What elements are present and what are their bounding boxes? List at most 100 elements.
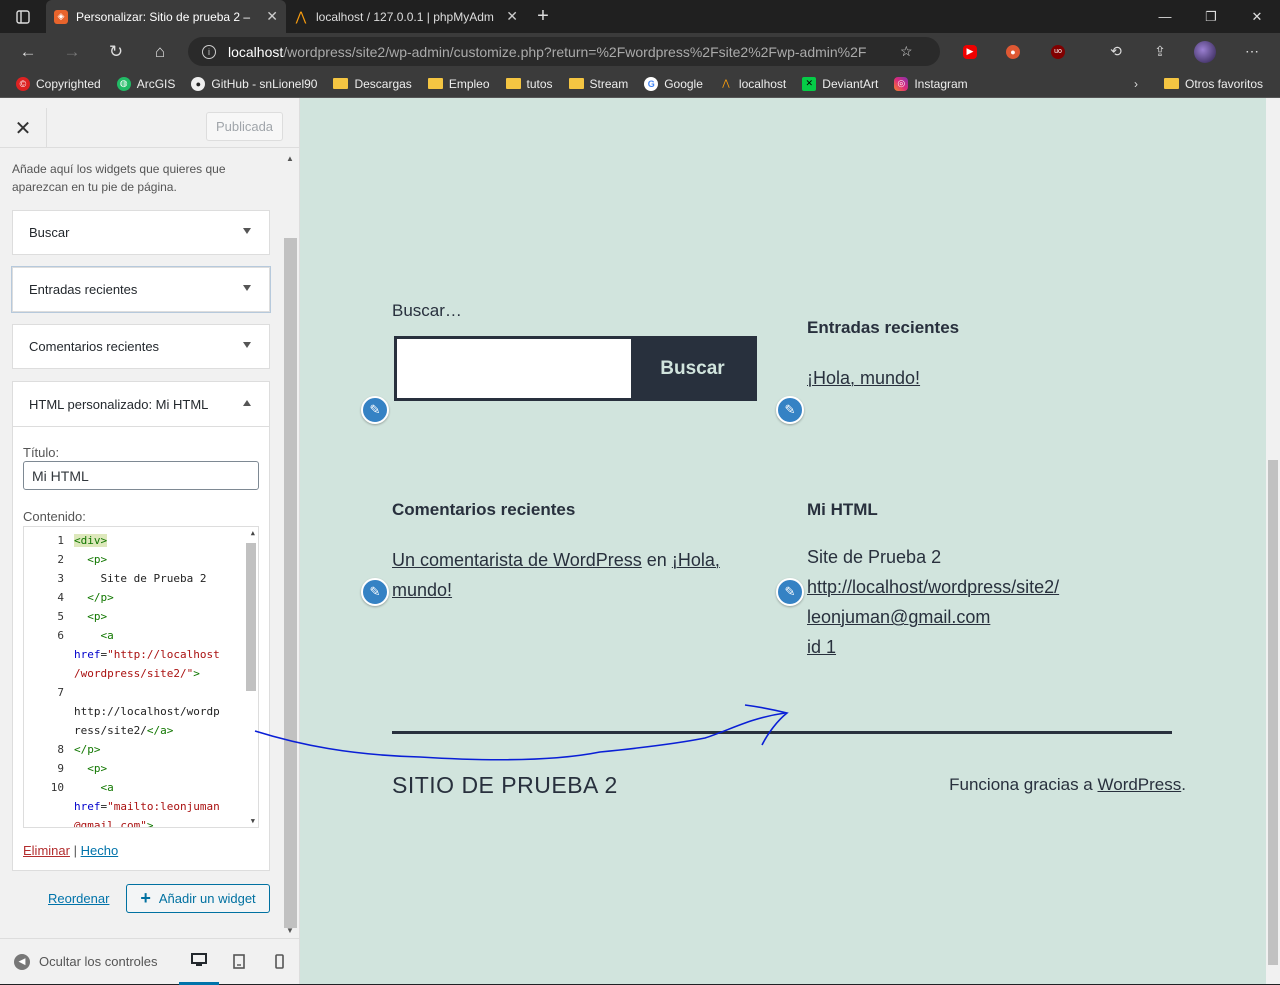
globe-icon: ◍ <box>116 76 131 91</box>
bookmark-deviantart[interactable]: ✕ DeviantArt <box>794 76 886 91</box>
minimize-icon[interactable]: — <box>1142 0 1188 33</box>
widget-html-header[interactable]: HTML personalizado: Mi HTML <box>13 382 269 427</box>
scroll-down-arrow-icon[interactable]: ▼ <box>286 926 294 935</box>
title-input[interactable]: Mi HTML <box>23 461 259 490</box>
more-menu-icon[interactable]: ⋯ <box>1237 33 1267 70</box>
duckduckgo-extension-icon[interactable]: ● <box>998 33 1028 70</box>
bookmark-arcgis[interactable]: ◍ ArcGIS <box>109 76 184 91</box>
info-icon[interactable]: i <box>202 44 216 59</box>
comment-post-link[interactable]: ¡Hola, <box>672 550 720 570</box>
new-tab-button[interactable]: + <box>526 0 560 33</box>
footer-divider <box>392 731 1172 734</box>
bookmark-empleo[interactable]: Empleo <box>420 77 498 91</box>
id-link[interactable]: id 1 <box>807 637 836 657</box>
done-widget-link[interactable]: Hecho <box>81 843 119 858</box>
expand-arrow-icon[interactable] <box>243 342 251 348</box>
code-scroll-down-icon[interactable]: ▼ <box>251 817 255 825</box>
mobile-preview-icon[interactable] <box>259 939 299 985</box>
tab-customizer[interactable]: ◈ Personalizar: Sitio de prueba 2 – ✕ <box>46 0 286 33</box>
desktop-preview-icon[interactable] <box>179 939 220 985</box>
comment-post-link[interactable]: mundo! <box>392 580 452 600</box>
content-label: Contenido: <box>23 509 86 524</box>
youtube-extension-icon[interactable]: ▶ <box>955 33 985 70</box>
bookmark-google[interactable]: G Google <box>636 76 711 91</box>
tab-phpmyadmin[interactable]: ⋀ localhost / 127.0.0.1 | phpMyAdm ✕ <box>286 0 526 33</box>
search-button[interactable]: Buscar <box>631 339 754 398</box>
back-button[interactable]: ← <box>6 42 50 62</box>
bookmark-instagram[interactable]: ◎ Instagram <box>886 76 975 91</box>
site-name[interactable]: SITIO DE PRUEBA 2 <box>392 772 618 799</box>
site-preview <box>300 98 1266 984</box>
phpmyadmin-icon: ⋀ <box>722 78 730 88</box>
edit-pencil-icon[interactable]: ✎ <box>361 578 389 606</box>
bookmark-descargas[interactable]: Descargas <box>325 77 419 91</box>
folder-icon <box>427 78 443 89</box>
html-widget-content: Site de Prueba 2 http://localhost/wordpr… <box>807 547 1060 657</box>
customizer-footer: ◀ Ocultar los controles <box>0 938 299 985</box>
bookmark-localhost[interactable]: ⋀ localhost <box>711 77 794 91</box>
close-window-icon[interactable]: ✕ <box>1234 0 1280 33</box>
tablet-preview-icon[interactable] <box>219 939 259 985</box>
panel-scrollbar[interactable] <box>284 238 297 928</box>
search-input[interactable] <box>397 339 631 398</box>
window-controls: — ❐ ✕ <box>1142 0 1280 33</box>
close-tab-icon[interactable]: ✕ <box>266 8 278 25</box>
preview-scrollbar-thumb[interactable] <box>1268 460 1278 965</box>
expand-arrow-icon[interactable] <box>243 228 251 234</box>
bookmarks-bar: © Copyrighted ◍ ArcGIS ● GitHub - snLionel9… <box>0 70 1280 98</box>
home-button[interactable]: ⌂ <box>138 42 182 62</box>
recent-post-link[interactable]: ¡Hola, mundo! <box>807 363 920 393</box>
url-bar[interactable]: i localhost/wordpress/site2/wp-admin/cus… <box>188 37 940 66</box>
hide-controls-button[interactable]: ◀ Ocultar los controles <box>0 953 179 970</box>
tab-actions-icon[interactable] <box>0 0 46 33</box>
html-widget-title: Mi HTML <box>807 500 878 519</box>
bookmark-stream[interactable]: Stream <box>561 77 637 91</box>
more-bookmarks-chevron-icon[interactable]: › <box>1126 77 1146 91</box>
comment-author-link[interactable]: Un comentarista de WordPress <box>392 550 642 570</box>
edit-pencil-icon[interactable]: ✎ <box>776 578 804 606</box>
widget-buscar[interactable]: Buscar <box>12 210 270 255</box>
wordpress-link[interactable]: WordPress <box>1098 775 1182 794</box>
forward-button[interactable]: → <box>50 42 94 62</box>
add-widget-button[interactable]: + Añadir un widget <box>126 884 270 913</box>
folder-icon <box>1164 78 1179 89</box>
delete-widget-link[interactable]: Eliminar <box>23 843 70 858</box>
other-favorites[interactable]: Otros favoritos <box>1156 77 1271 91</box>
close-tab-icon[interactable]: ✕ <box>506 8 518 25</box>
code-scrollbar[interactable] <box>246 543 256 691</box>
plus-icon: + <box>140 888 151 908</box>
edit-pencil-icon[interactable]: ✎ <box>776 396 804 424</box>
code-scroll-up-icon[interactable]: ▲ <box>251 529 255 537</box>
history-icon[interactable]: ⟲ <box>1101 33 1131 70</box>
email-link[interactable]: leonjuman@gmail.com <box>807 602 990 632</box>
recent-comment: Un comentarista de WordPress en ¡Hola, m… <box>392 550 720 600</box>
close-customizer-button[interactable]: ✕ <box>0 108 47 148</box>
bookmark-tutos[interactable]: tutos <box>498 77 561 91</box>
browser-tab-bar: ◈ Personalizar: Sitio de prueba 2 – ✕ ⋀ … <box>0 0 1280 33</box>
publish-button[interactable]: Publicada <box>206 112 283 141</box>
phpmyadmin-icon: ⋀ <box>295 8 307 24</box>
restore-icon[interactable]: ❐ <box>1188 0 1234 33</box>
search-widget-title: Buscar… <box>392 301 462 320</box>
widget-actions: Eliminar | Hecho <box>23 843 119 858</box>
widget-comentarios-recientes[interactable]: Comentarios recientes <box>12 324 270 369</box>
ublock-extension-icon[interactable]: uo <box>1043 33 1073 70</box>
collapse-arrow-icon[interactable] <box>243 400 251 406</box>
code-editor[interactable]: 1 <div> 2 <p> 3 Site de Prueba 2 4 </p> 5… <box>23 526 259 828</box>
profile-avatar[interactable] <box>1190 33 1220 70</box>
reorder-link[interactable]: Reordenar <box>48 891 109 906</box>
folder-icon <box>505 78 521 89</box>
bookmark-github[interactable]: ● GitHub - snLionel90 <box>183 76 325 91</box>
scroll-up-arrow-icon[interactable]: ▲ <box>286 154 294 163</box>
edit-pencil-icon[interactable]: ✎ <box>361 396 389 424</box>
bookmark-copyrighted[interactable]: © Copyrighted <box>8 76 109 91</box>
expand-arrow-icon[interactable] <box>243 285 251 291</box>
widget-html-personalizado: HTML personalizado: Mi HTML Título: Mi H… <box>12 381 270 871</box>
add-favorite-icon[interactable]: ☆ <box>900 43 913 60</box>
google-icon: G <box>644 76 659 91</box>
site-url-link[interactable]: http://localhost/wordpress/site2/ <box>807 572 1059 602</box>
search-form: Buscar <box>394 336 757 401</box>
reload-button[interactable]: ↻ <box>94 42 138 62</box>
share-icon[interactable]: ⇪ <box>1145 33 1175 70</box>
widget-entradas-recientes[interactable]: Entradas recientes <box>12 267 270 312</box>
